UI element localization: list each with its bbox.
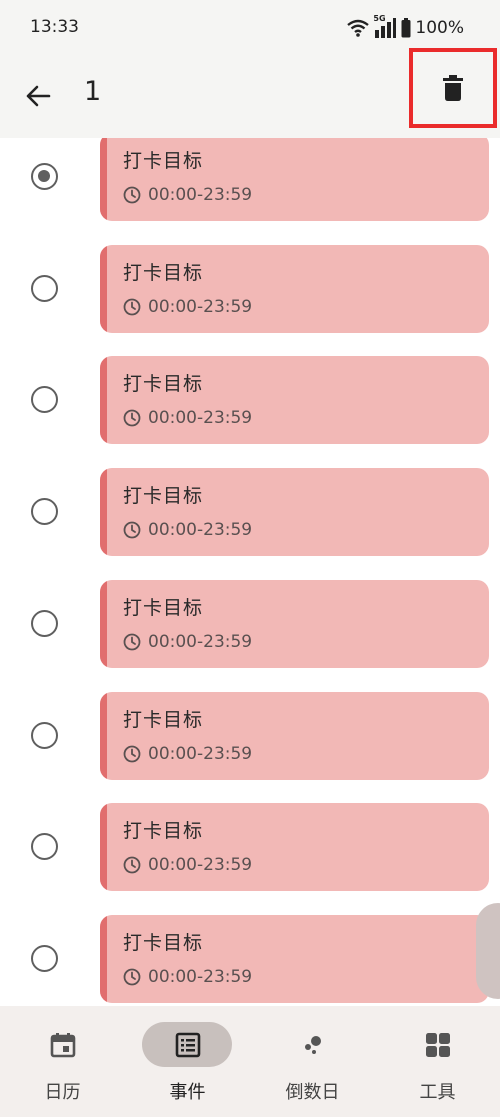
nav-item[interactable]: 日历 <box>0 1006 125 1117</box>
status-indicators: 5G 100% <box>347 14 464 40</box>
event-card[interactable]: 打卡目标 00:00-23:59 <box>100 244 489 333</box>
event-card[interactable]: 打卡目标 00:00-23:59 <box>100 914 489 1003</box>
event-time-row: 00:00-23:59 <box>123 520 252 540</box>
event-row[interactable]: 打卡目标 00:00-23:59 <box>0 691 500 804</box>
select-radio[interactable] <box>31 386 58 414</box>
select-radio[interactable] <box>31 498 58 526</box>
event-title: 打卡目标 <box>123 596 204 619</box>
event-row[interactable]: 打卡目标 00:00-23:59 <box>0 914 500 1006</box>
nav-item[interactable]: 工具 <box>375 1006 500 1117</box>
event-card[interactable]: 打卡目标 00:00-23:59 <box>100 468 489 557</box>
nav-item[interactable]: 倒数日 <box>250 1006 375 1117</box>
back-button[interactable] <box>16 74 60 118</box>
event-time: 00:00-23:59 <box>148 631 253 652</box>
selection-app-bar: 1 <box>0 48 500 138</box>
calendar-icon <box>50 1032 76 1058</box>
event-time-row: 00:00-23:59 <box>123 632 252 652</box>
status-time: 13:33 <box>30 17 79 37</box>
list-icon <box>175 1032 201 1058</box>
event-list[interactable]: 打卡目标 00:00-23:59 打卡目标 00:00-23:59 打卡目标 00:00-… <box>0 138 500 1006</box>
event-row[interactable]: 打卡目标 00:00-23:59 <box>0 244 500 357</box>
clock-icon <box>123 856 141 874</box>
bubbles-icon <box>300 1032 326 1058</box>
event-title: 打卡目标 <box>123 820 204 843</box>
select-radio[interactable] <box>31 609 58 637</box>
nav-item[interactable]: 事件 <box>125 1006 250 1117</box>
event-time-row: 00:00-23:59 <box>123 744 252 764</box>
battery-icon <box>401 18 411 38</box>
event-time: 00:00-23:59 <box>148 520 253 541</box>
trash-icon <box>443 75 463 101</box>
event-title: 打卡目标 <box>123 261 204 284</box>
select-radio[interactable] <box>31 944 58 972</box>
selected-count: 1 <box>84 76 102 107</box>
event-time: 00:00-23:59 <box>148 185 253 205</box>
select-radio[interactable] <box>31 274 58 302</box>
select-radio[interactable] <box>31 833 58 861</box>
event-card[interactable]: 打卡目标 00:00-23:59 <box>100 138 489 221</box>
event-time-row: 00:00-23:59 <box>123 967 252 987</box>
event-time: 00:00-23:59 <box>148 855 253 876</box>
clock-icon <box>123 186 141 204</box>
nav-label: 日历 <box>44 1082 81 1103</box>
event-time: 00:00-23:59 <box>148 296 253 317</box>
event-title: 打卡目标 <box>123 708 204 731</box>
floating-action-button[interactable] <box>476 903 500 999</box>
event-card[interactable]: 打卡目标 00:00-23:59 <box>100 356 489 445</box>
signal-icon <box>375 18 397 38</box>
event-time-row: 00:00-23:59 <box>123 855 252 875</box>
event-time-row: 00:00-23:59 <box>123 408 252 428</box>
event-time-row: 00:00-23:59 <box>123 297 252 317</box>
nav-label: 倒数日 <box>285 1082 340 1103</box>
clock-icon <box>123 633 141 651</box>
bottom-navigation: 日历 事件 倒数日 工具 <box>0 1006 500 1117</box>
event-time: 00:00-23:59 <box>148 966 253 987</box>
event-row[interactable]: 打卡目标 00:00-23:59 <box>0 356 500 468</box>
event-row[interactable]: 打卡目标 00:00-23:59 <box>0 138 500 245</box>
event-title: 打卡目标 <box>123 373 204 396</box>
grid-icon <box>425 1032 451 1058</box>
select-radio[interactable] <box>31 721 58 749</box>
nav-label: 事件 <box>169 1082 206 1103</box>
event-row[interactable]: 打卡目标 00:00-23:59 <box>0 468 500 580</box>
event-row[interactable]: 打卡目标 00:00-23:59 <box>0 803 500 915</box>
nav-label: 工具 <box>419 1082 456 1103</box>
clock-icon <box>123 968 141 986</box>
delete-button[interactable] <box>409 48 497 128</box>
clock-icon <box>123 521 141 539</box>
clock-icon <box>123 745 141 762</box>
event-time-row: 00:00-23:59 <box>123 185 252 205</box>
select-radio[interactable] <box>31 163 58 190</box>
battery-percent: 100% <box>415 18 464 38</box>
clock-icon <box>123 298 141 316</box>
arrow-left-icon <box>26 85 51 107</box>
wifi-icon <box>347 19 370 37</box>
event-card[interactable]: 打卡目标 00:00-23:59 <box>100 803 489 892</box>
event-title: 打卡目标 <box>123 485 204 508</box>
event-card[interactable]: 打卡目标 00:00-23:59 <box>100 691 489 780</box>
clock-icon <box>123 409 141 427</box>
event-row[interactable]: 打卡目标 00:00-23:59 <box>0 579 500 692</box>
event-time: 00:00-23:59 <box>148 408 253 429</box>
cellular-signal: 5G <box>373 14 397 38</box>
event-title: 打卡目标 <box>123 150 204 172</box>
event-card[interactable]: 打卡目标 00:00-23:59 <box>100 579 489 668</box>
event-time: 00:00-23:59 <box>148 743 253 764</box>
event-title: 打卡目标 <box>123 931 204 954</box>
